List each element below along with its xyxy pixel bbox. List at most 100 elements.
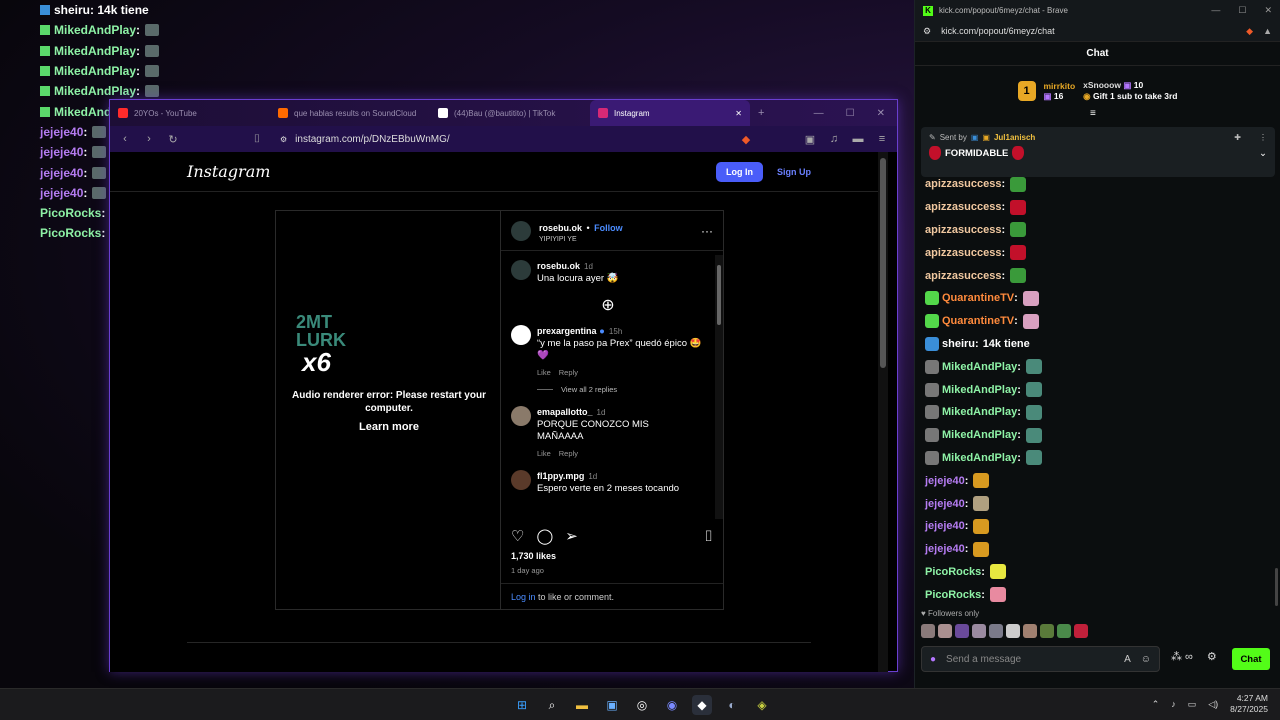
address-bar[interactable]: ⚙ instagram.com/p/DNzEBbuWnMG/ [274, 130, 729, 148]
extension-icon[interactable]: ⁂ ∞ [1171, 650, 1193, 663]
login-link[interactable]: Log in [511, 592, 536, 602]
emote-button[interactable] [972, 624, 986, 638]
scrollbar-thumb[interactable] [717, 265, 721, 325]
brave-icon[interactable]: ◆ [692, 695, 712, 715]
login-button[interactable]: Log In [716, 161, 763, 182]
chevron-up-icon[interactable]: ⌃ [1152, 699, 1160, 710]
emote-button[interactable] [921, 624, 935, 638]
avatar[interactable] [511, 325, 531, 345]
app-icon[interactable]: ◎ [632, 695, 652, 715]
chat-scrollbar[interactable] [1275, 568, 1278, 606]
comment-user[interactable]: emapallotto_ [537, 407, 593, 417]
forward-icon[interactable]: › [142, 133, 156, 145]
brave-shields-icon[interactable]: ◆ [739, 133, 753, 146]
unpin-icon[interactable]: ✚ [1234, 133, 1241, 142]
save-icon[interactable]: ⌷ [704, 528, 713, 545]
search-icon[interactable]: ⌕ [542, 695, 562, 715]
instagram-logo[interactable]: Instagram [187, 162, 716, 181]
site-info-icon[interactable]: ⚙ [280, 135, 287, 144]
sub-gift-leaderboard[interactable]: 1 mirrkito ▣ 16 xSnooow ▣ 10 ◉ Gift 1 su… [915, 72, 1280, 110]
new-tab-icon[interactable]: + [758, 107, 764, 119]
gifter-name[interactable]: mirrkito [1044, 81, 1076, 91]
chat-username[interactable]: QuarantineTV [942, 315, 1014, 327]
vpn-icon[interactable]: ▬ [851, 133, 865, 145]
reply-button[interactable]: Reply [559, 449, 578, 458]
reload-icon[interactable]: ↻ [166, 133, 180, 146]
chat-username[interactable]: apizzasuccess [925, 224, 1001, 236]
emote-button[interactable] [938, 624, 952, 638]
learn-more-link[interactable]: Learn more [284, 421, 494, 434]
maximize-icon[interactable]: ☐ [1238, 5, 1246, 16]
scrollbar-thumb[interactable] [880, 158, 886, 368]
load-more-comments-icon[interactable]: ⊕ [511, 295, 705, 315]
share-icon[interactable]: ➢ [565, 527, 578, 545]
chat-username[interactable]: PicoRocks [925, 566, 981, 578]
back-icon[interactable]: ‹ [118, 133, 132, 145]
store-icon[interactable]: ▣ [602, 695, 622, 715]
windows-start-icon[interactable]: ⊞ [512, 695, 532, 715]
minimize-icon[interactable]: — [814, 108, 824, 119]
chat-username[interactable]: jejeje40 [925, 520, 965, 532]
bookmark-icon[interactable]: ⌷ [250, 133, 264, 146]
tab-youtube[interactable]: 20YOs - YouTube [110, 100, 270, 126]
minimize-icon[interactable]: — [1211, 5, 1220, 16]
chat-username[interactable]: MikedAndPlay [942, 429, 1017, 441]
reply-button[interactable]: Reply [559, 368, 578, 377]
avatar[interactable] [511, 406, 531, 426]
volume-icon[interactable]: ◁) [1208, 699, 1218, 710]
chat-username[interactable]: sheiru [942, 338, 975, 350]
chat-username[interactable]: apizzasuccess [925, 201, 1001, 213]
heart-icon[interactable]: ♡ [511, 527, 524, 545]
emoji-icon[interactable]: ☺ [1141, 654, 1151, 665]
leo-icon[interactable]: ▣ [803, 133, 817, 146]
site-info-icon[interactable]: ⚙ [923, 26, 931, 37]
chat-username[interactable]: apizzasuccess [925, 247, 1001, 259]
avatar[interactable] [511, 470, 531, 490]
emote-button[interactable] [1040, 624, 1054, 638]
brave-shields-icon[interactable]: ◆ [1246, 26, 1253, 37]
emote-button[interactable] [1074, 624, 1088, 638]
comment-user[interactable]: fl1ppy.mpg [537, 471, 584, 481]
chat-username[interactable]: jejeje40 [925, 543, 965, 555]
comments-scrollbar[interactable] [715, 255, 723, 519]
media-icon[interactable]: ♫ [827, 133, 841, 145]
close-tab-icon[interactable]: ✕ [735, 109, 742, 118]
close-window-icon[interactable]: ✕ [877, 108, 885, 119]
gifter-name[interactable]: xSnooow [1083, 80, 1121, 90]
likes-count[interactable]: 1,730 likes [511, 551, 556, 561]
app-icon[interactable]: ◈ [752, 695, 772, 715]
chat-username[interactable]: MikedAndPlay [942, 361, 1017, 373]
brave-rewards-icon[interactable]: ▲ [1263, 26, 1272, 36]
chat-username[interactable]: jejeje40 [925, 498, 965, 510]
page-scrollbar[interactable] [878, 152, 888, 672]
like-comment-button[interactable]: Like [537, 368, 551, 377]
translate-icon[interactable]: A [1124, 654, 1131, 665]
chat-username[interactable]: MikedAndPlay [942, 406, 1017, 418]
close-window-icon[interactable]: ✕ [1264, 5, 1272, 16]
microphone-icon[interactable]: ● [930, 654, 936, 665]
post-author[interactable]: rosebu.ok [539, 223, 582, 233]
emote-button[interactable] [955, 624, 969, 638]
pinned-user[interactable]: Jul1anisch [994, 133, 1035, 142]
file-explorer-icon[interactable]: ▬ [572, 695, 592, 715]
comment-user[interactable]: rosebu.ok [537, 261, 580, 271]
settings-icon[interactable]: ⚙ [1207, 650, 1217, 663]
signup-link[interactable]: Sign Up [777, 167, 811, 177]
menu-icon[interactable]: ≡ [875, 133, 889, 145]
comment-icon[interactable]: ◯ [536, 527, 553, 545]
clock[interactable]: 4:27 AM 8/27/2025 [1230, 693, 1268, 715]
more-options-icon[interactable]: ⋮ [1259, 133, 1267, 142]
emote-button[interactable] [1023, 624, 1037, 638]
tab-soundcloud[interactable]: que hablas results on SoundCloud [270, 100, 430, 126]
chat-username[interactable]: PicoRocks [925, 589, 981, 601]
microphone-icon[interactable]: ♪ [1171, 699, 1176, 709]
chat-username[interactable]: apizzasuccess [925, 270, 1001, 282]
tab-instagram[interactable]: Instagram ✕ [590, 100, 750, 126]
comment-user[interactable]: prexargentina [537, 326, 597, 336]
more-options-icon[interactable]: ··· [701, 224, 713, 238]
steam-icon[interactable]: ◐ [722, 695, 742, 715]
message-input[interactable]: ● Send a message A ☺ [921, 646, 1160, 672]
discord-icon[interactable]: ◉ [662, 695, 682, 715]
emote-button[interactable] [1057, 624, 1071, 638]
chat-username[interactable]: apizzasuccess [925, 178, 1001, 190]
